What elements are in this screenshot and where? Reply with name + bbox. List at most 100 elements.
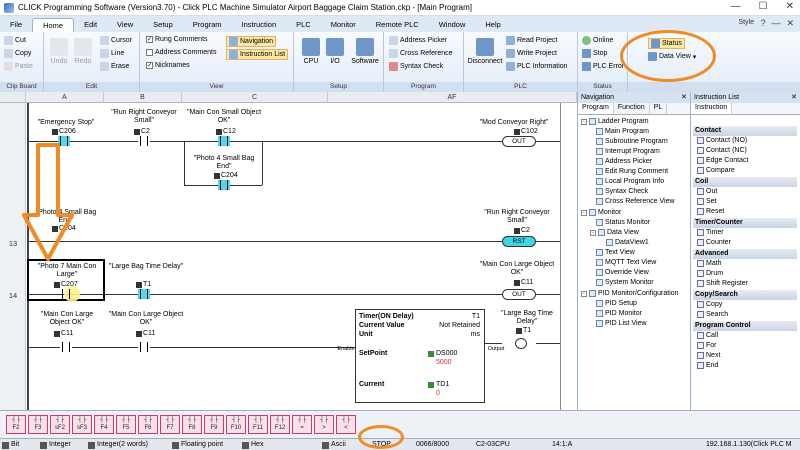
instruction-group-header[interactable]: Advanced [693, 249, 797, 259]
instruction-item[interactable]: End [697, 362, 718, 369]
instruction-item[interactable]: Contact (NO) [697, 137, 747, 144]
instruction-key-button[interactable]: ┤├ F6 [138, 415, 158, 434]
instruction-key-button[interactable]: ┤├ F5 [116, 415, 136, 434]
tree-item-syntax-check[interactable]: Syntax Check [596, 188, 648, 195]
instruction-key-button[interactable]: ┤├ F7 [160, 415, 180, 434]
tree-item-system-monitor[interactable]: System Monitor [596, 279, 654, 286]
tree-item-text-view[interactable]: Text View [596, 249, 635, 256]
tree-item-edit-rung-comment[interactable]: Edit Rung Comment [596, 168, 668, 175]
tree-item-pid-monitor[interactable]: PID Monitor [596, 310, 642, 317]
io-button[interactable]: I/O [324, 38, 346, 65]
instruction-key-button[interactable]: ┤├ > [314, 415, 334, 434]
tree-item-dataview1[interactable]: DataView1 [606, 239, 649, 246]
cross-reference-button[interactable]: Cross Reference [389, 49, 453, 58]
software-button[interactable]: Software [348, 38, 382, 65]
instruction-key-button[interactable]: ┤├ sF3 [72, 415, 92, 434]
instruction-item[interactable]: Set [697, 198, 717, 205]
tree-item-pid-list-view[interactable]: PID List View [596, 320, 647, 327]
cursor-button[interactable]: Cursor [100, 36, 132, 45]
write-project-button[interactable]: Write Project [506, 49, 557, 58]
instruction-key-button[interactable]: ┤├ F10 [226, 415, 246, 434]
instruction-group-header[interactable]: Coil [693, 177, 797, 187]
menu-monitor[interactable]: Monitor [321, 18, 366, 32]
menu-remote-plc[interactable]: Remote PLC [366, 18, 429, 32]
instruction-group-header[interactable]: Program Control [693, 321, 797, 331]
instruction-item[interactable]: Counter [697, 239, 731, 246]
tree-item-address-picker[interactable]: Address Picker [596, 158, 652, 165]
address-picker-button[interactable]: Address Picker [389, 36, 447, 45]
large-bag-time-delay-contact[interactable] [138, 289, 150, 299]
main-con-large-ok-contact[interactable] [60, 342, 72, 352]
disconnect-button[interactable]: Disconnect [466, 38, 504, 65]
tree-item-override-view[interactable]: Override View [596, 269, 649, 276]
instruction-key-button[interactable]: ┤├ F2 [6, 415, 26, 434]
menu-instruction[interactable]: Instruction [232, 18, 287, 32]
collapse-icon[interactable]: - [581, 209, 587, 216]
menu-program[interactable]: Program [183, 18, 232, 32]
main-con-large-ok-coil[interactable]: OUT [502, 289, 536, 300]
pane-close-icon[interactable]: ✕ [791, 92, 800, 103]
ribbon-minimize-icon[interactable]: — [771, 18, 780, 29]
pane-close-icon[interactable]: ✕ [681, 92, 690, 103]
instruction-item[interactable]: Shift Register [697, 280, 748, 287]
navigation-toggle[interactable]: Navigation [226, 36, 277, 47]
instruction-key-button[interactable]: ┤├ F11 [248, 415, 268, 434]
ribbon-close-icon[interactable]: ✕ [786, 18, 794, 29]
tab-function[interactable]: Function [614, 103, 650, 114]
main-con-small-ok-contact[interactable] [218, 136, 230, 146]
mod-conveyor-right-coil[interactable]: OUT [502, 136, 536, 147]
menu-file[interactable]: File [0, 18, 32, 32]
menu-edit[interactable]: Edit [74, 18, 107, 32]
instruction-item[interactable]: Contact (NC) [697, 147, 747, 154]
help-icon[interactable]: ? [760, 18, 765, 29]
tree-item-main-program[interactable]: Main Program [596, 128, 649, 135]
cpu-button[interactable]: CPU [298, 38, 324, 65]
instruction-item[interactable]: Copy [697, 301, 722, 308]
instruction-item[interactable]: Out [697, 188, 717, 195]
instruction-item[interactable]: For [697, 342, 717, 349]
instruction-item[interactable]: Edge Contact [697, 157, 748, 164]
ladder-editor[interactable]: 13 14 "Emergency Stop" C206 "Run Right C… [0, 103, 577, 410]
tab-instruction[interactable]: Instruction [691, 103, 733, 114]
online-button[interactable]: Online [582, 36, 613, 45]
instruction-list-toggle[interactable]: Instruction List [226, 49, 289, 60]
address-comments-checkbox[interactable]: Address Comments [146, 49, 216, 56]
plc-information-button[interactable]: PLC Information [506, 62, 568, 71]
timer-block[interactable]: Timer(ON Delay) T1 Current Value Not Ret… [355, 309, 485, 403]
photo7-main-large-contact[interactable] [60, 289, 72, 299]
instruction-item[interactable]: Reset [697, 208, 724, 215]
menu-window[interactable]: Window [429, 18, 476, 32]
menu-setup[interactable]: Setup [143, 18, 183, 32]
instruction-item[interactable]: Search [697, 311, 728, 318]
instruction-key-button[interactable]: ┤├ sF2 [50, 415, 70, 434]
instruction-item[interactable]: Next [697, 352, 720, 359]
rung-comments-checkbox[interactable]: ✓ Rung Comments [146, 36, 208, 43]
erase-button[interactable]: Erase [100, 62, 129, 71]
instruction-key-button[interactable]: ┤├ < [336, 415, 356, 434]
instruction-key-button[interactable]: ┤├ F12 [270, 415, 290, 434]
style-menu[interactable]: Style [738, 19, 754, 26]
menu-home[interactable]: Home [32, 18, 75, 32]
tree-item-interrupt-program[interactable]: Interrupt Program [596, 148, 660, 155]
collapse-icon[interactable]: - [581, 118, 587, 125]
tree-item-pid-monitor-config[interactable]: - PID Monitor/Configuration [581, 290, 679, 297]
line-button[interactable]: Line [100, 49, 124, 58]
plc-error-button[interactable]: PLC Error [582, 62, 624, 71]
tree-item-pid-setup[interactable]: PID Setup [596, 300, 637, 307]
nicknames-checkbox[interactable]: ✓ Nicknames [146, 62, 190, 69]
instruction-group-header[interactable]: Timer/Counter [693, 218, 797, 228]
instruction-group-header[interactable]: Copy/Search [693, 290, 797, 300]
stop-button[interactable]: Stop [582, 49, 607, 58]
instruction-item[interactable]: Compare [697, 167, 735, 174]
run-right-small-contact[interactable] [138, 136, 150, 146]
minimize-icon[interactable]: — [731, 1, 741, 12]
instruction-key-button[interactable]: ┤├ F9 [204, 415, 224, 434]
tab-pl[interactable]: PL [650, 103, 668, 114]
menu-plc[interactable]: PLC [286, 18, 321, 32]
tree-item-monitor[interactable]: - Monitor [581, 209, 621, 216]
cut-button[interactable]: Cut [4, 36, 26, 45]
tree-item-local-program-info[interactable]: Local Program Info [596, 178, 664, 185]
tab-program[interactable]: Program [578, 103, 614, 114]
main-con-large-ok2-contact[interactable] [138, 342, 150, 352]
instruction-item[interactable]: Call [697, 332, 718, 339]
